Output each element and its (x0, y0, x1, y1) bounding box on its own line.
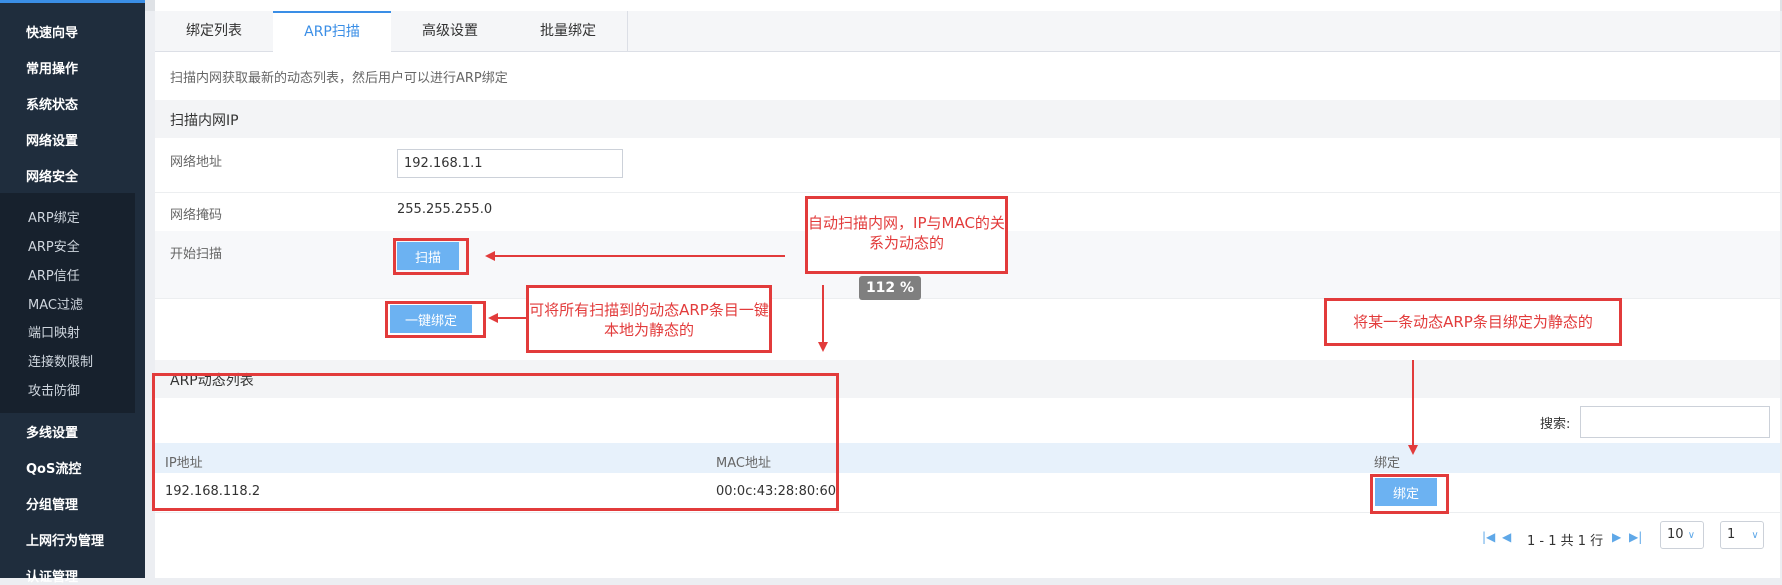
search-input[interactable] (1580, 406, 1770, 438)
divider (155, 512, 1780, 513)
network-address-label: 网络地址 (170, 155, 223, 170)
submenu-item-arp-security[interactable]: ARP安全 (28, 236, 80, 255)
netmask-value: 255.255.255.0 (397, 202, 493, 217)
callout-bind-all-note: 可将所有扫描到的动态ARP条目一键本地为静态的 (526, 285, 772, 353)
page-select[interactable]: 1 ∨ (1720, 521, 1764, 549)
sidebar-item-quick-guide[interactable]: 快速向导 (26, 22, 78, 41)
annotation-box-scan (393, 238, 469, 275)
submenu-item-attack-defense[interactable]: 攻击防御 (28, 380, 80, 399)
divider (155, 192, 1780, 193)
zoom-indicator: 112 % (859, 276, 921, 300)
tab-bar: 绑定列表 ARP扫描 高级设置 批量绑定 (155, 11, 1780, 52)
netmask-label: 网络掩码 (170, 208, 223, 223)
callout-bind-one-note: 将某一条动态ARP条目绑定为静态的 (1324, 298, 1622, 346)
submenu-item-port-mapping[interactable]: 端口映射 (28, 322, 80, 341)
tab-batch-binding[interactable]: 批量绑定 (509, 11, 628, 51)
sidebar-item-auth-management[interactable]: 认证管理 (26, 566, 78, 585)
sidebar: 快速向导 常用操作 系统状态 网络设置 网络安全 ARP绑定 ARP安全 ARP… (0, 0, 145, 585)
pager-summary: 1 - 1 共 1 行 (1527, 534, 1604, 549)
submenu-item-arp-trust[interactable]: ARP信任 (28, 265, 80, 284)
sidebar-item-system-status[interactable]: 系统状态 (26, 94, 78, 113)
tab-arp-scan[interactable]: ARP扫描 (273, 11, 392, 52)
annotation-box-row-bind (1370, 474, 1449, 514)
last-page-icon[interactable]: ▶| (1629, 530, 1642, 544)
sidebar-item-multi-line[interactable]: 多线设置 (26, 422, 78, 441)
section-title-scan: 扫描内网IP (170, 113, 239, 129)
start-scan-label: 开始扫描 (170, 247, 223, 262)
sidebar-item-network-settings[interactable]: 网络设置 (26, 130, 78, 149)
annotation-box-arp-list (152, 373, 839, 511)
sidebar-item-group-management[interactable]: 分组管理 (26, 494, 78, 513)
prev-page-icon[interactable]: ◀ (1502, 530, 1511, 544)
sidebar-accent-bar (0, 0, 145, 3)
submenu-item-arp-binding[interactable]: ARP绑定 (28, 207, 80, 226)
first-page-icon[interactable]: |◀ (1482, 530, 1495, 544)
chevron-down-icon: ∨ (1687, 530, 1696, 541)
page-size-value: 10 (1667, 527, 1684, 542)
next-page-icon[interactable]: ▶ (1612, 530, 1621, 544)
sidebar-item-common-ops[interactable]: 常用操作 (26, 58, 78, 77)
page-description: 扫描内网获取最新的动态列表，然后用户可以进行ARP绑定 (170, 71, 508, 86)
annotation-box-bind-all (385, 301, 486, 338)
callout-scan-note: 自动扫描内网，IP与MAC的关系为动态的 (805, 196, 1008, 274)
security-submenu: ARP绑定 ARP安全 ARP信任 MAC过滤 端口映射 连接数限制 攻击防御 (0, 193, 135, 413)
sidebar-item-network-security[interactable]: 网络安全 (26, 166, 78, 185)
column-header-bind: 绑定 (1374, 456, 1401, 471)
section-header-scan (155, 100, 1780, 138)
tab-advanced-settings[interactable]: 高级设置 (391, 11, 510, 51)
page-size-select[interactable]: 10 ∨ (1660, 521, 1704, 549)
chevron-down-icon: ∨ (1751, 530, 1759, 541)
search-label: 搜索: (1540, 417, 1571, 432)
submenu-item-connection-limit[interactable]: 连接数限制 (28, 351, 93, 370)
sidebar-item-qos[interactable]: QoS流控 (26, 458, 81, 477)
submenu-item-mac-filter[interactable]: MAC过滤 (28, 294, 83, 313)
tab-binding-list[interactable]: 绑定列表 (155, 11, 274, 51)
page-value: 1 (1727, 527, 1736, 542)
network-address-input[interactable] (397, 149, 623, 178)
sidebar-item-behavior-management[interactable]: 上网行为管理 (26, 530, 104, 549)
